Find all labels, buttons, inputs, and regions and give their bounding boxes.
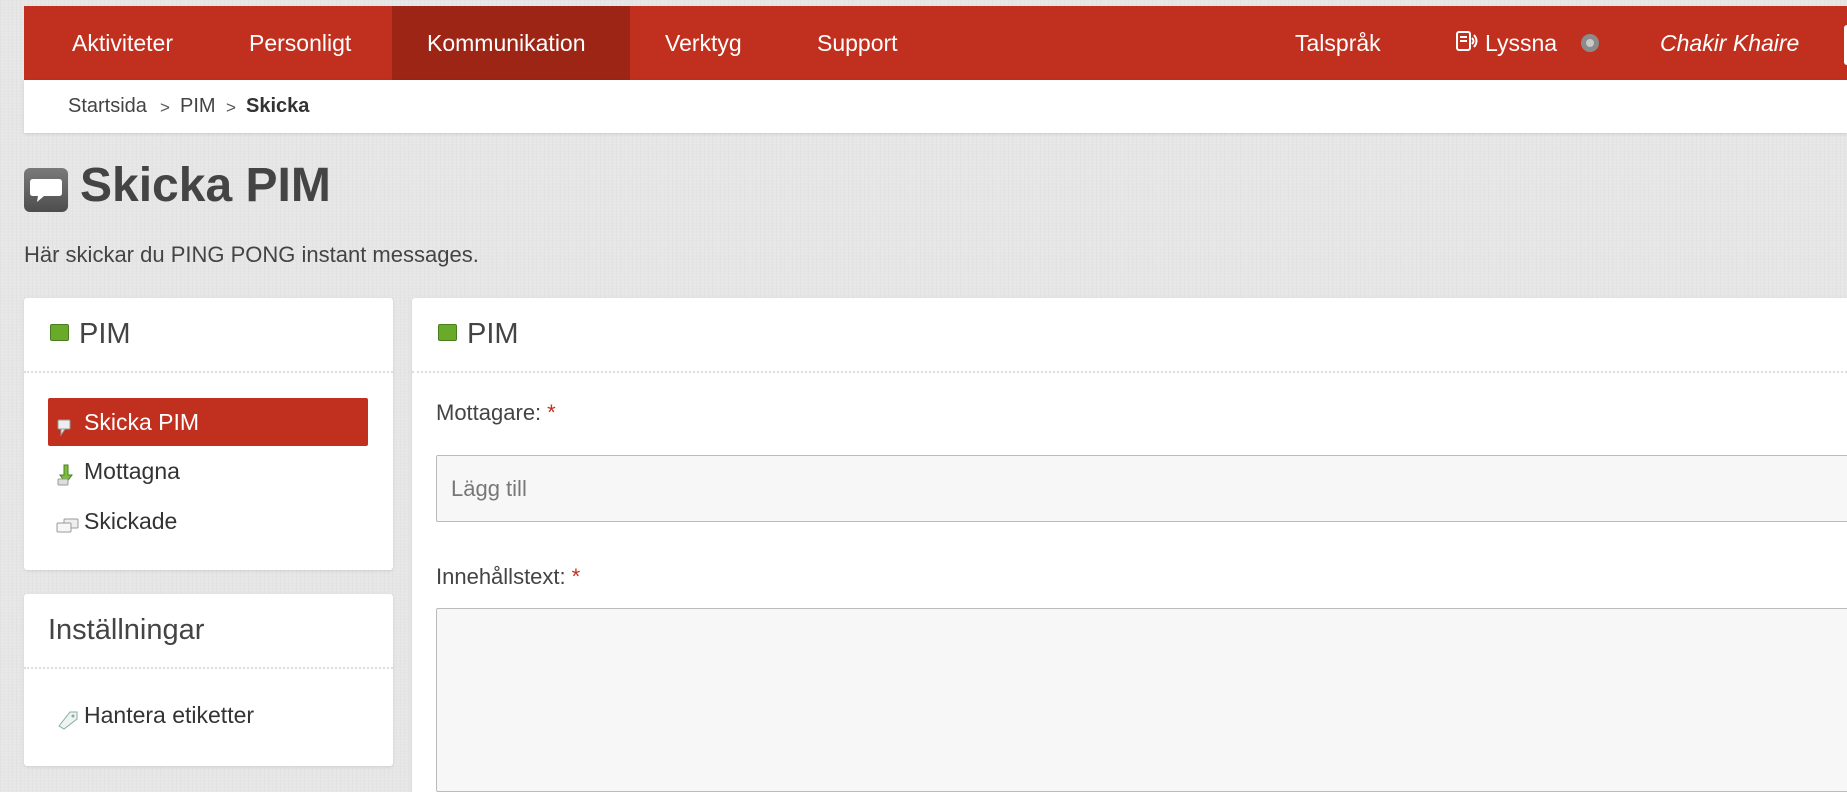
panel-title: Inställningar <box>48 614 205 646</box>
breadcrumb-home[interactable]: Startsida <box>68 80 147 133</box>
sidebar-settings-panel: Inställningar Hantera etiketter <box>24 594 393 766</box>
panel-title: PIM <box>79 318 131 350</box>
sidebar-item-label: Mottagna <box>84 458 180 484</box>
sidebar-item-label: Hantera etiketter <box>84 702 255 728</box>
user-name[interactable]: Chakir Khaire <box>1660 6 1799 80</box>
sidebar-item-label: Skicka PIM <box>84 409 200 435</box>
required-marker: * <box>571 564 581 589</box>
inbox-arrow-icon <box>56 455 76 503</box>
recipient-input[interactable] <box>436 455 1847 522</box>
recipient-label-text: Mottagare: <box>436 400 542 425</box>
required-marker: * <box>547 400 556 425</box>
sidebar-item-mottagna[interactable]: Mottagna <box>48 447 368 495</box>
panel-header: PIM <box>24 298 393 373</box>
content-label: Innehållstext: * <box>436 564 580 590</box>
breadcrumb-pim[interactable]: PIM <box>180 80 216 133</box>
panel-header: Inställningar <box>24 594 393 669</box>
listen-button[interactable]: Lyssna <box>1455 6 1557 80</box>
breadcrumb-current: Skicka <box>246 95 310 117</box>
sidebar-item-skicka-pim[interactable]: Skicka PIM <box>48 398 368 446</box>
top-navigation-bar: Aktiviteter Personligt Kommunikation Ver… <box>24 6 1847 80</box>
listen-label: Lyssna <box>1485 30 1558 56</box>
main-form-panel: PIM Mottagare:* Innehållstext:* <box>412 298 1847 792</box>
content-label-text: Innehållstext: <box>436 564 566 589</box>
nav-item-kommunikation[interactable]: Kommunikation <box>392 6 630 80</box>
panel-title: PIM <box>467 318 519 350</box>
page-title: Skicka PIM <box>80 159 331 212</box>
language-selector[interactable]: Talspråk <box>1295 6 1381 80</box>
sidebar-item-skickade[interactable]: Skickade <box>48 497 368 545</box>
nav-item-personligt[interactable]: Personligt <box>249 6 351 80</box>
message-content-textarea[interactable] <box>436 608 1847 792</box>
nav-item-support[interactable]: Support <box>817 6 898 80</box>
speaker-icon <box>1455 8 1479 82</box>
breadcrumb-separator: > <box>226 98 236 117</box>
breadcrumb: Startsida > PIM > Skicka <box>24 80 1847 133</box>
page-description: Här skickar du PING PONG instant message… <box>24 242 479 267</box>
tag-icon <box>56 699 80 747</box>
breadcrumb-separator: > <box>160 98 170 117</box>
pim-flag-icon <box>50 324 69 341</box>
sidebar-item-hantera-etiketter[interactable]: Hantera etiketter <box>48 691 368 739</box>
sidebar-item-label: Skickade <box>84 508 178 534</box>
chat-bubble-icon <box>24 168 68 212</box>
panel-header: PIM <box>412 298 1847 373</box>
listen-settings-icon[interactable] <box>1581 34 1599 52</box>
nav-item-aktiviteter[interactable]: Aktiviteter <box>72 6 173 80</box>
pim-flag-icon <box>438 324 457 341</box>
sent-messages-icon <box>56 505 80 553</box>
nav-item-verktyg[interactable]: Verktyg <box>665 6 742 80</box>
sidebar-pim-panel: PIM Skicka PIM Mottagna Skickade <box>24 298 393 570</box>
recipient-label: Mottagare: * <box>436 400 556 426</box>
